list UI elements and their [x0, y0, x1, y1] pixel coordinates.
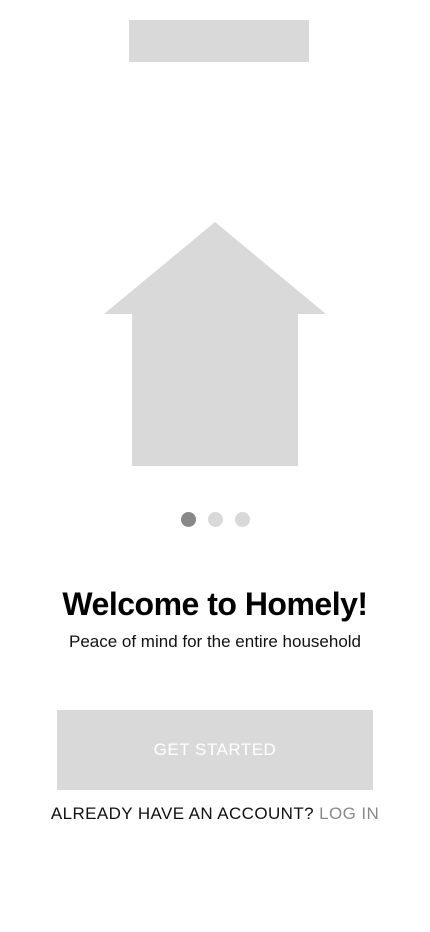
pager-dot-2[interactable]	[207, 512, 223, 527]
house-icon	[104, 222, 326, 466]
logo-placeholder	[129, 20, 309, 62]
already-have-account-text: ALREADY HAVE AN ACCOUNT?	[50, 804, 314, 823]
welcome-subtitle: Peace of mind for the entire household	[68, 632, 362, 651]
log-in-link[interactable]: LOG IN	[319, 804, 379, 823]
pager-dot-1[interactable]	[180, 512, 196, 527]
login-prompt: ALREADY HAVE AN ACCOUNT? LOG IN	[0, 804, 430, 824]
welcome-title: Welcome to Homely!	[62, 586, 368, 622]
onboarding-pager	[0, 512, 430, 528]
get-started-button[interactable]: GET STARTED	[57, 710, 373, 790]
hero-illustration	[104, 222, 326, 466]
pager-dot-3[interactable]	[234, 512, 250, 527]
